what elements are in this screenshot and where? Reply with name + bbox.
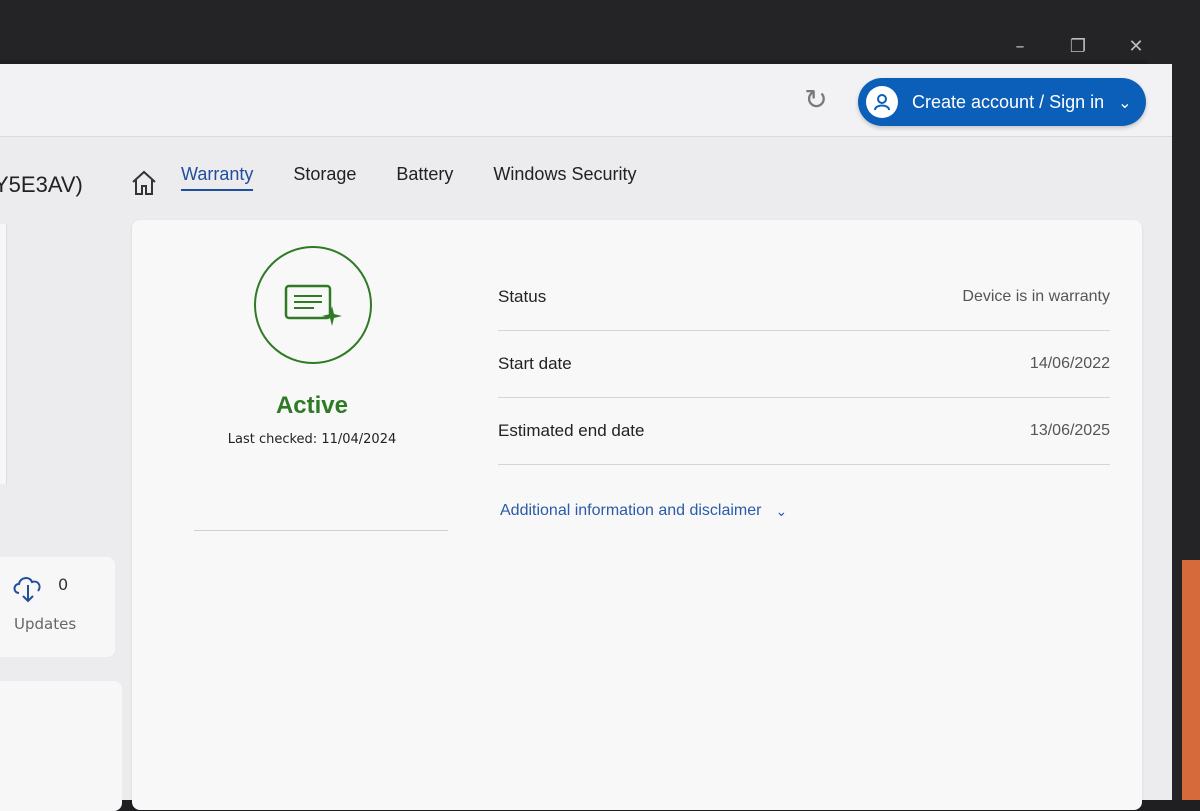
detail-value: Device is in warranty — [962, 288, 1110, 305]
sign-in-label: Create account / Sign in — [912, 91, 1105, 112]
minimize-icon[interactable]: – — [1010, 36, 1030, 57]
tab-windows-security[interactable]: Windows Security — [493, 164, 636, 191]
sign-in-button[interactable]: Create account / Sign in ⌄ — [858, 78, 1146, 126]
refresh-icon[interactable]: ↻ — [800, 84, 832, 116]
detail-value: 14/06/2022 — [1029, 355, 1110, 372]
detail-value: 13/06/2025 — [1029, 422, 1110, 439]
detail-row-end-date: Estimated end date 13/06/2025 — [498, 398, 1110, 465]
updates-card[interactable]: 0 Updates — [0, 557, 115, 657]
warranty-status-word: Active — [275, 392, 349, 419]
background-object — [1182, 560, 1200, 800]
cloud-download-icon — [13, 577, 41, 603]
certificate-icon — [284, 284, 342, 326]
tab-warranty[interactable]: Warranty — [181, 164, 254, 191]
user-icon — [866, 86, 898, 118]
window-controls: – ❐ ✕ — [1010, 36, 1146, 57]
sidebar-card — [0, 224, 7, 484]
additional-info-toggle[interactable]: Additional information and disclaimer ⌄ — [500, 502, 787, 520]
detail-row-start-date: Start date 14/06/2022 — [498, 331, 1110, 398]
detail-label: Start date — [498, 354, 572, 373]
maximize-icon[interactable]: ❐ — [1068, 36, 1088, 57]
updates-label: Updates — [14, 615, 77, 633]
home-icon[interactable] — [130, 168, 158, 198]
updates-count: 0 — [58, 575, 69, 594]
sidebar-card — [0, 681, 122, 811]
detail-label: Status — [498, 287, 547, 306]
warranty-card: Active Last checked: 11/04/2024 Status D… — [132, 220, 1142, 810]
tab-battery[interactable]: Battery — [396, 164, 453, 191]
detail-row-status: Status Device is in warranty — [498, 264, 1110, 331]
warranty-details: Status Device is in warranty Start date … — [498, 264, 1110, 465]
chevron-down-icon: ⌄ — [775, 502, 788, 519]
divider — [194, 530, 448, 531]
close-icon[interactable]: ✕ — [1126, 36, 1146, 57]
warranty-badge — [254, 246, 372, 364]
top-bar: ↻ Create account / Sign in ⌄ — [0, 64, 1172, 137]
tab-bar: Warranty Storage Battery Windows Securit… — [181, 164, 636, 191]
device-id: Y5E3AV) — [0, 172, 83, 197]
additional-info-label: Additional information and disclaimer — [500, 502, 762, 519]
app-window: ↻ Create account / Sign in ⌄ Y5E3AV) War… — [0, 64, 1172, 811]
detail-label: Estimated end date — [498, 421, 645, 440]
chevron-down-icon: ⌄ — [1118, 92, 1132, 112]
tab-storage[interactable]: Storage — [293, 164, 356, 191]
last-checked: Last checked: 11/04/2024 — [227, 432, 397, 447]
